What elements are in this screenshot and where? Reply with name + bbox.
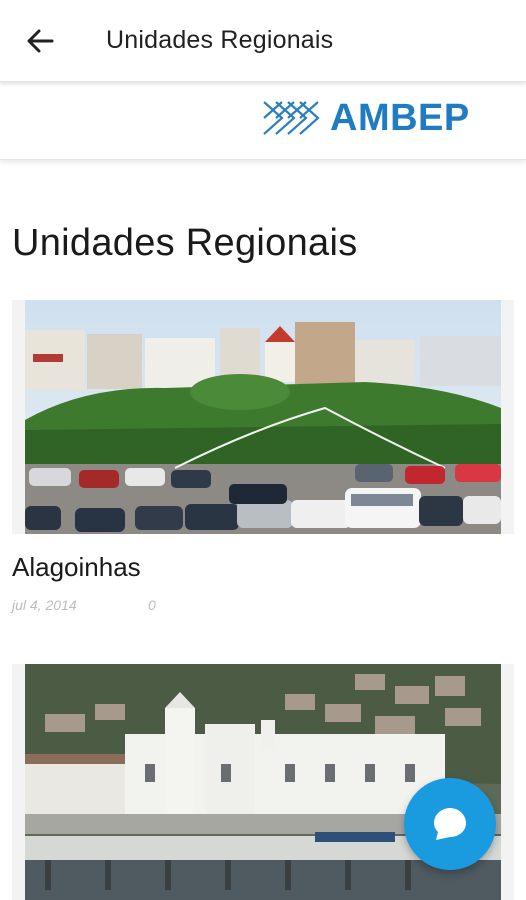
post-card[interactable]: Alagoinhas jul 4, 2014 0 [12,300,514,620]
post-title[interactable]: Alagoinhas [12,552,141,583]
post-comment-count: 0 [148,597,156,613]
ambep-logo-icon [263,101,320,135]
chat-button[interactable] [404,778,496,870]
post-date: jul 4, 2014 [12,597,77,613]
app-bar-title: Unidades Regionais [106,26,334,54]
post-image-frame [12,300,514,534]
page-title: Unidades Regionais [12,222,358,264]
app-bar: Unidades Regionais [0,0,526,82]
back-button[interactable] [22,26,58,56]
town-square-photo[interactable] [25,300,501,534]
chat-bubble-icon [434,808,466,840]
logo-text: AMBEP [330,97,470,139]
ambep-logo: AMBEP [262,98,470,138]
arrow-back-icon [27,29,54,53]
